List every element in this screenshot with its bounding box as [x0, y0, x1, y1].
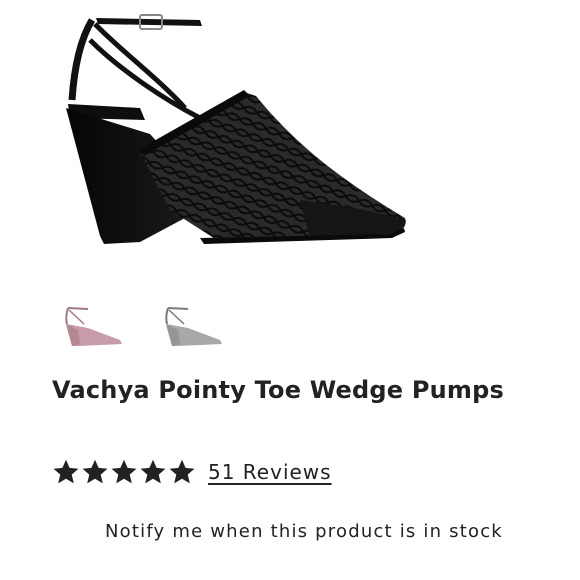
star-icon: [140, 459, 166, 484]
swatch-grey[interactable]: [158, 300, 228, 356]
star-icon: [53, 459, 79, 484]
product-rating: 51 Reviews: [52, 454, 332, 490]
reviews-link[interactable]: 51 Reviews: [208, 460, 332, 484]
shoe-thumbnail-icon: [165, 307, 222, 346]
star-icon: [169, 459, 195, 484]
product-title: Vachya Pointy Toe Wedge Pumps: [52, 376, 504, 404]
star-icon: [111, 459, 137, 484]
product-main-image: [0, 0, 580, 285]
swatch-pink[interactable]: [58, 300, 128, 356]
shoe-thumbnail-icon: [65, 307, 122, 346]
rating-stars: [52, 458, 196, 486]
color-swatches: [58, 300, 258, 356]
shoe-image: [66, 14, 406, 244]
notify-stock-text[interactable]: Notify me when this product is in stock: [78, 514, 548, 550]
star-icon: [82, 459, 108, 484]
